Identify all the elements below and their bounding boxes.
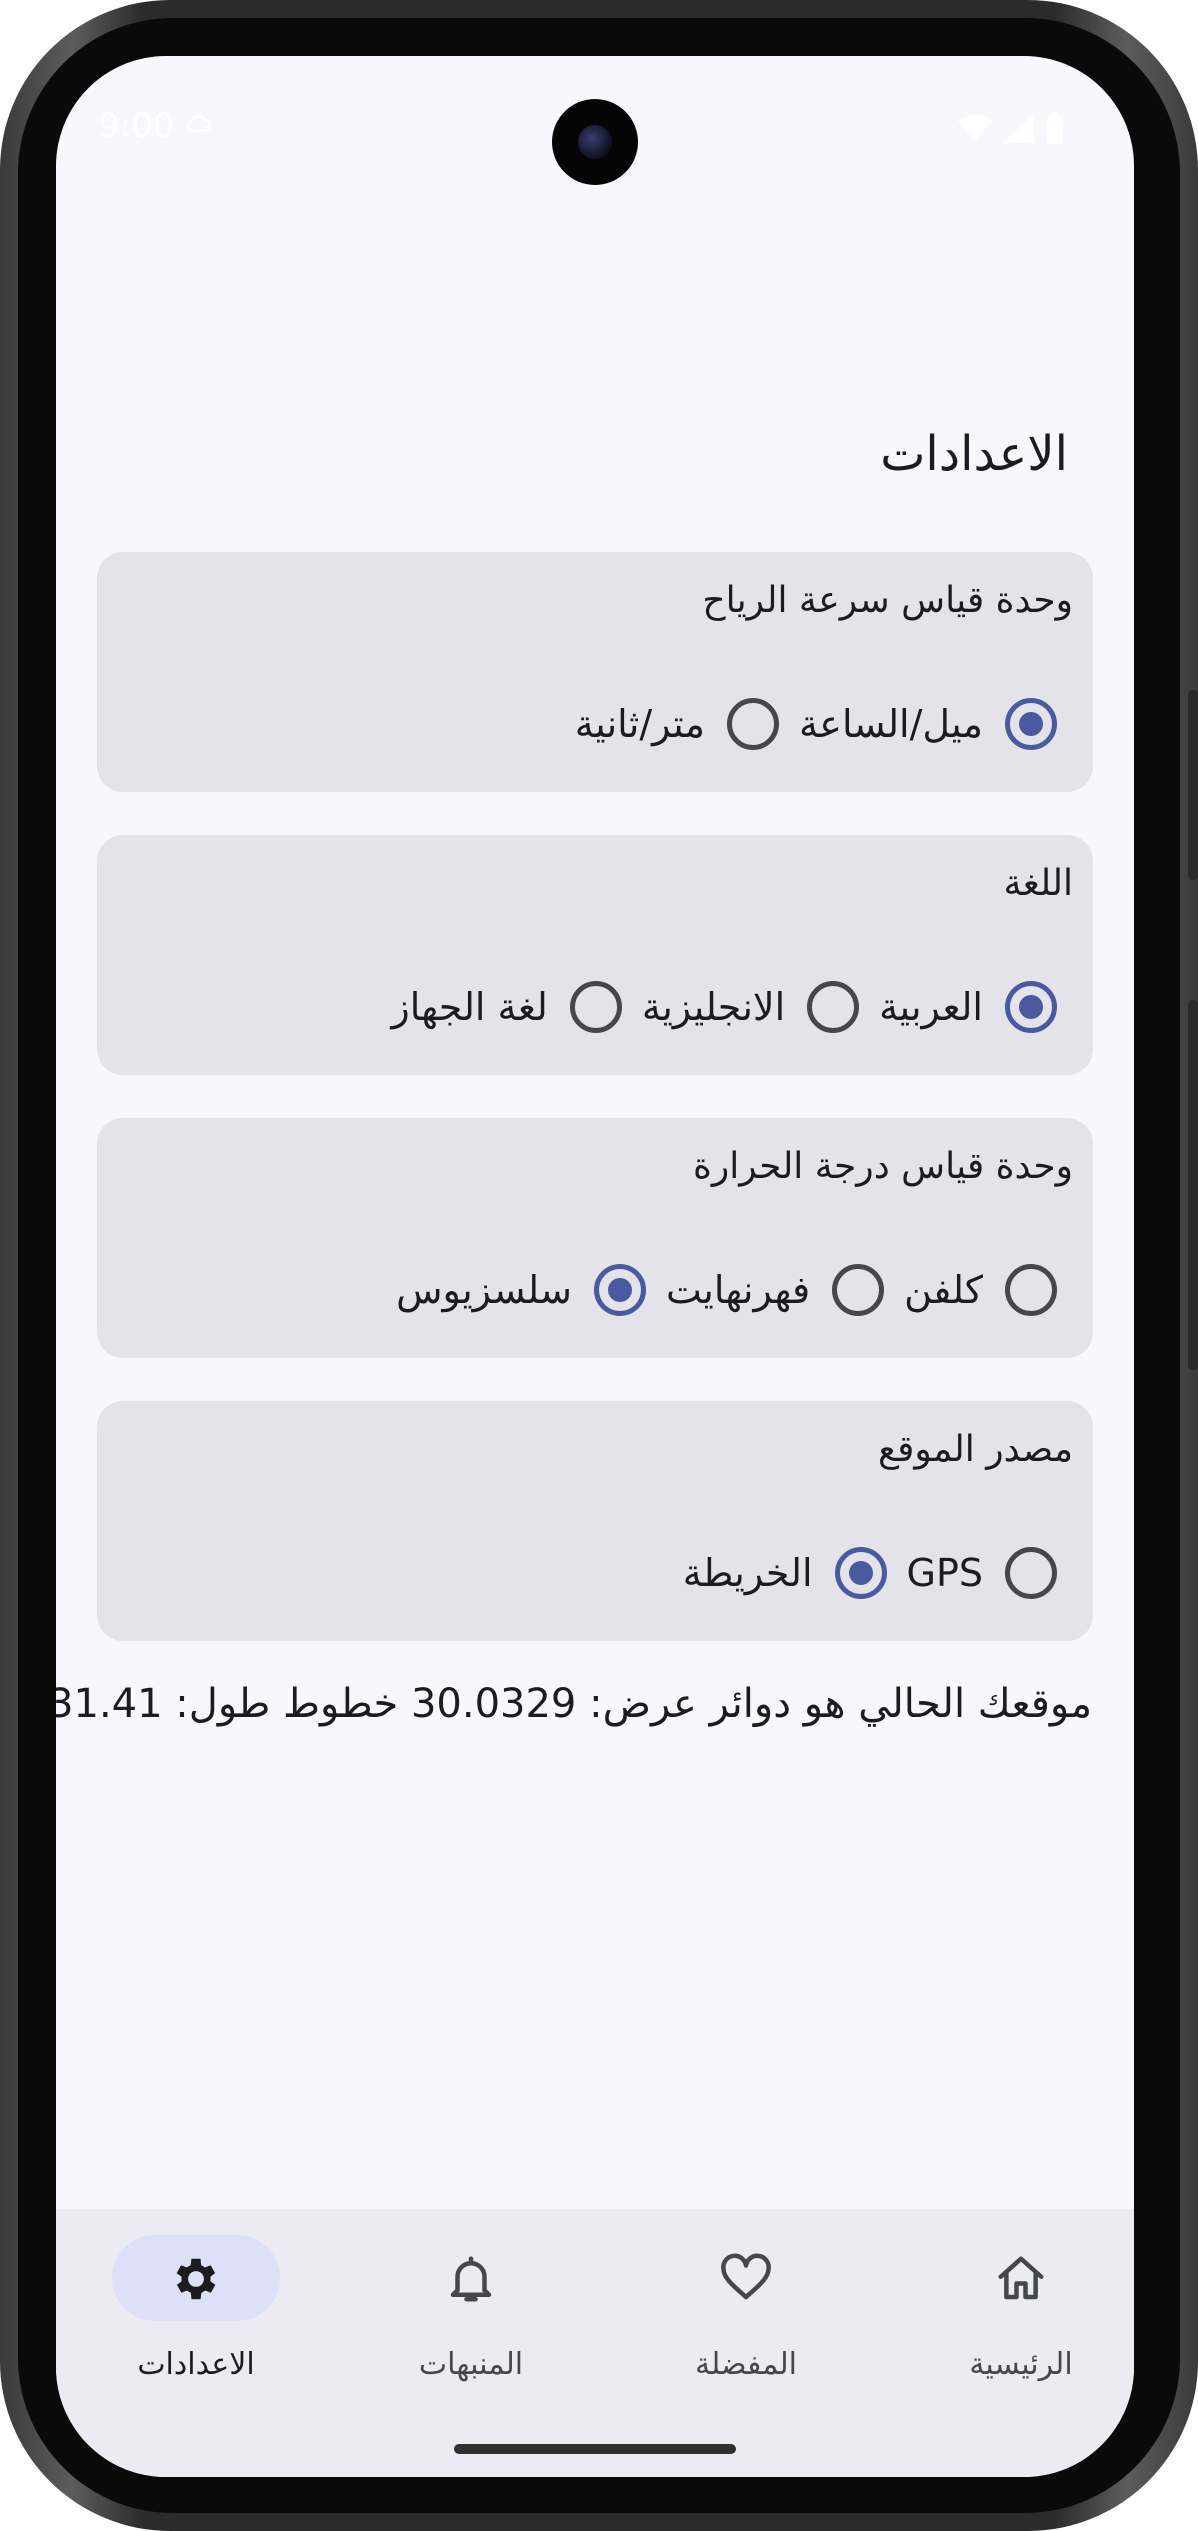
nav-label: الاعدادات <box>137 2347 255 2382</box>
radio-button[interactable] <box>1005 698 1057 750</box>
radio-option-mps[interactable]: متر/ثانية <box>575 698 779 750</box>
nav-item-favorites[interactable]: المفضلة <box>646 2235 846 2395</box>
wind-speed-unit-card: وحدة قياس سرعة الرياح ميل/الساعة متر/ثان… <box>97 552 1093 792</box>
card-title: وحدة قياس درجة الحرارة <box>692 1146 1073 1187</box>
location-source-card: مصدر الموقع GPS الخريطة <box>97 1401 1093 1641</box>
home-indicator[interactable] <box>454 2444 736 2454</box>
radio-label: الخريطة <box>682 1551 813 1595</box>
card-title: وحدة قياس سرعة الرياح <box>702 580 1073 621</box>
radio-group: ميل/الساعة متر/ثانية <box>555 698 1057 750</box>
radio-option-celsius[interactable]: سلسزيوس <box>396 1264 646 1316</box>
radio-label: فهرنهايت <box>665 1268 811 1312</box>
bottom-navigation: الرئيسية المفضلة المنبهات الاعدادات <box>56 2209 1134 2477</box>
radio-button[interactable] <box>1005 1264 1057 1316</box>
device-page: 9:00 الاعدادات وحدة قياس سرعة الرياح ميل… <box>0 0 1198 2531</box>
nav-label: الرئيسية <box>969 2347 1073 2382</box>
battery-icon <box>1047 112 1063 144</box>
current-location-text: موقعك الحالي هو دوائر عرض: 30.0329 خطوط … <box>56 1681 1092 1727</box>
camera-lens <box>578 125 612 159</box>
language-card: اللغة العربية الانجليزية لغة الجهاز <box>97 835 1093 1075</box>
temperature-unit-card: وحدة قياس درجة الحرارة كلفن فهرنهايت سلس… <box>97 1118 1093 1358</box>
radio-button[interactable] <box>1005 981 1057 1033</box>
radio-label: كلفن <box>904 1268 983 1312</box>
radio-button[interactable] <box>593 1264 646 1316</box>
signal-icon <box>1004 113 1034 143</box>
radio-button[interactable] <box>832 1264 885 1316</box>
radio-label: GPS <box>906 1551 983 1595</box>
radio-button[interactable] <box>834 1547 887 1599</box>
radio-option-mph[interactable]: ميل/الساعة <box>799 698 1057 750</box>
nav-item-alarms[interactable]: المنبهات <box>371 2235 571 2395</box>
radio-button[interactable] <box>569 981 622 1033</box>
bell-icon <box>450 2256 492 2302</box>
nav-label: المفضلة <box>694 2347 798 2382</box>
card-title: مصدر الموقع <box>878 1429 1073 1470</box>
page-title: الاعدادات <box>880 426 1068 482</box>
screen: 9:00 الاعدادات وحدة قياس سرعة الرياح ميل… <box>56 56 1134 2477</box>
radio-option-device-language[interactable]: لغة الجهاز <box>391 981 622 1033</box>
radio-label: ميل/الساعة <box>798 702 983 746</box>
nav-item-settings[interactable]: الاعدادات <box>96 2235 296 2395</box>
radio-button[interactable] <box>807 981 860 1033</box>
radio-label: الانجليزية <box>641 985 786 1029</box>
nav-item-home[interactable]: الرئيسية <box>921 2235 1121 2395</box>
front-camera <box>552 99 638 185</box>
radio-option-arabic[interactable]: العربية <box>879 981 1057 1033</box>
radio-label: متر/ثانية <box>574 702 705 746</box>
status-time: 9:00 <box>98 106 175 146</box>
radio-option-english[interactable]: الانجليزية <box>641 981 860 1033</box>
heart-icon <box>721 2253 771 2300</box>
radio-group: كلفن فهرنهايت سلسزيوس <box>376 1264 1057 1316</box>
gear-icon <box>176 2258 216 2300</box>
radio-label: العربية <box>879 985 983 1029</box>
home-icon <box>998 2256 1044 2300</box>
radio-label: سلسزيوس <box>396 1268 572 1312</box>
volume-button <box>1188 1000 1198 1370</box>
power-button <box>1188 690 1198 880</box>
radio-button[interactable] <box>1005 1547 1057 1599</box>
status-indicators <box>958 112 1064 144</box>
radio-button[interactable] <box>726 698 779 750</box>
radio-option-fahrenheit[interactable]: فهرنهايت <box>665 1264 885 1316</box>
radio-option-kelvin[interactable]: كلفن <box>904 1264 1057 1316</box>
cloud-sun-icon <box>186 115 212 132</box>
wifi-icon <box>958 114 992 141</box>
radio-option-map[interactable]: الخريطة <box>683 1547 887 1599</box>
card-title: اللغة <box>1003 863 1073 904</box>
radio-group: GPS الخريطة <box>663 1547 1057 1599</box>
nav-label: المنبهات <box>418 2347 524 2382</box>
radio-label: لغة الجهاز <box>391 985 548 1029</box>
radio-group: العربية الانجليزية لغة الجهاز <box>371 981 1057 1033</box>
radio-option-gps[interactable]: GPS <box>907 1547 1057 1599</box>
